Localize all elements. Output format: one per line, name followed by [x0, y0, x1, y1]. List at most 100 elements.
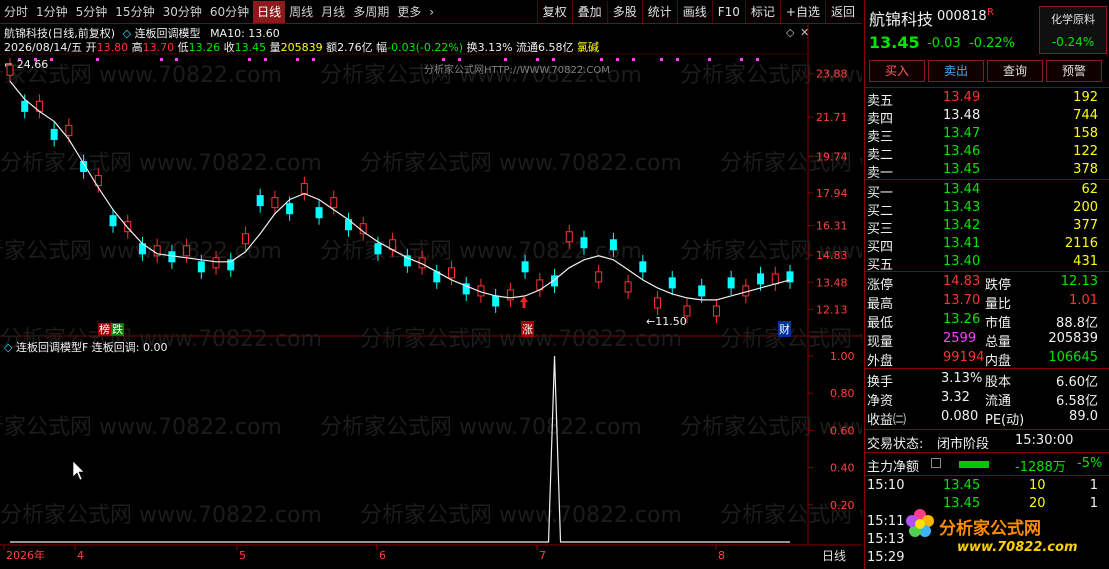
period-toolbar: 分时 1分钟 5分钟 15分钟 30分钟 60分钟 日线 周线 月线 多周期 更多 › 复权 叠加 多股统… — [0, 0, 862, 24]
candle-body — [595, 271, 603, 283]
candle-body — [197, 261, 205, 273]
kline-chart[interactable]: 分析家公式网 www.70822.com 分析家公式网 www.70822.com… — [0, 24, 862, 569]
ask-row[interactable]: 卖四 13.48 744 — [865, 107, 1109, 127]
tool-button[interactable]: 标记 — [744, 1, 780, 23]
period-tab[interactable]: 分时 — [0, 1, 32, 23]
ma10-line — [9, 80, 791, 301]
bid-row[interactable]: 买四 13.41 2116 — [865, 235, 1109, 255]
price-tick-label: 17.94 — [816, 187, 848, 200]
tool-button[interactable]: 叠加 — [571, 1, 607, 23]
period-tab[interactable]: 多周期 — [349, 1, 393, 23]
alert-button[interactable]: 预警 — [1046, 60, 1102, 82]
tool-button[interactable]: 复权 — [536, 1, 572, 23]
period-tab[interactable]: 30分钟 — [159, 1, 206, 23]
period-tab[interactable]: 60分钟 — [206, 1, 253, 23]
query-button[interactable]: 查询 — [987, 60, 1043, 82]
period-tab[interactable]: 日线 — [253, 0, 286, 23]
candle-body — [50, 128, 58, 140]
tool-button[interactable]: 画线 — [676, 1, 712, 23]
stock-name: 航锦科技 — [869, 10, 934, 29]
period-label[interactable]: 日线 — [822, 547, 846, 564]
tick-row[interactable]: 13.45 20 1 — [865, 495, 1109, 514]
indicator-tick-label: 0.40 — [830, 462, 855, 475]
candle-body — [330, 197, 338, 209]
netflow-row[interactable]: 主力净额 -1288万 -5% — [865, 455, 1109, 475]
stock-flag: R — [987, 7, 994, 18]
indicator-tick-label: 0.60 — [830, 424, 855, 437]
bid-row[interactable]: 买一 13.44 62 — [865, 181, 1109, 201]
stat-row[interactable]: 涨停 14.83 跌停 12.13 — [865, 273, 1109, 293]
indicator-tick-label: 0.20 — [830, 499, 855, 512]
tool-button[interactable]: 多股 — [606, 1, 642, 23]
indicator-collapse-icon[interactable]: ◇ — [4, 341, 12, 354]
price-axis: 23.88 21.71 19.74 17.94 16.31 14.83 13.48 12.13 — [808, 68, 848, 316]
signal-dot — [264, 58, 267, 61]
signal-dots — [18, 58, 759, 61]
date-tick-label: 5 — [239, 549, 246, 562]
stat-row[interactable]: 现量 2599 总量 205839 — [865, 330, 1109, 350]
signal-dot — [160, 58, 163, 61]
candle-body — [771, 273, 779, 285]
tool-button[interactable]: +自选 — [779, 1, 825, 23]
limit-up-marker[interactable]: 涨 — [521, 321, 534, 337]
mouse-cursor-icon — [72, 460, 85, 481]
min-price-label: ←11.50 — [646, 315, 687, 328]
sell-button[interactable]: 卖出 — [928, 60, 984, 82]
candle-body — [668, 277, 676, 289]
candle-body — [374, 243, 382, 255]
candle-body — [580, 237, 588, 249]
period-tab[interactable]: 5分钟 — [72, 1, 112, 23]
fundamental-row[interactable]: 换手 3.13% 股本 6.60亿 — [865, 370, 1109, 390]
watermark-text: 分析家公式网 www.70822.com — [360, 151, 682, 176]
indicator-value: 连板回调: 0.00 — [91, 341, 168, 354]
sector-box[interactable]: 化学原料 -0.24% — [1039, 6, 1107, 54]
rank-marker[interactable]: 榜跌 — [98, 321, 124, 337]
period-tab[interactable]: 1分钟 — [32, 1, 72, 23]
candle-body — [448, 267, 456, 279]
period-tab[interactable]: 15分钟 — [111, 1, 158, 23]
fundamental-row[interactable]: 收益㈡ 0.080 PE(动) 89.0 — [865, 408, 1109, 428]
fundamental-row[interactable]: 净资 3.32 流通 6.58亿 — [865, 389, 1109, 409]
netflow-bar — [959, 461, 989, 468]
date-tick-label: 6 — [379, 549, 386, 562]
candle-body — [168, 251, 176, 263]
ask-row[interactable]: 卖二 13.46 122 — [865, 143, 1109, 163]
price-tick-label: 21.71 — [816, 111, 848, 124]
period-tab[interactable]: 周线 — [285, 1, 317, 23]
price-change-pct: -0.22% — [969, 36, 1015, 51]
finance-marker[interactable]: 财 — [778, 321, 791, 337]
stat-row[interactable]: 外盘 99194 内盘 106645 — [865, 349, 1109, 369]
chevron-right-icon[interactable]: › — [425, 1, 438, 23]
period-tab[interactable]: 月线 — [317, 1, 349, 23]
quote-panel: 航锦科技 000818 R 化学原料 -0.24% 13.45 -0.03 -0… — [864, 0, 1109, 569]
quote-line: 2026/08/14/五 开13.80 高13.70 低13.26 收13.45… — [4, 41, 600, 54]
ask-row[interactable]: 卖一 13.45 378 — [865, 161, 1109, 181]
more-dropdown[interactable]: 更多 — [393, 1, 425, 23]
stat-row[interactable]: 最低 13.26 市值 88.8亿 — [865, 311, 1109, 331]
date-tick-label: 7 — [539, 549, 546, 562]
netflow-menu-icon — [931, 458, 941, 468]
signal-dot — [175, 58, 178, 61]
tool-button[interactable]: 返回 — [824, 1, 860, 23]
close-icon[interactable]: ✕ — [800, 26, 809, 39]
ask-row[interactable]: 卖五 13.49 192 — [865, 89, 1109, 109]
bid-row[interactable]: 买三 13.42 377 — [865, 217, 1109, 237]
tick-row[interactable]: 15:10 13.45 10 1 — [865, 477, 1109, 496]
bid-row[interactable]: 买二 13.43 200 — [865, 199, 1109, 219]
ask-row[interactable]: 卖三 13.47 158 — [865, 125, 1109, 145]
price-tick-label: 14.83 — [816, 249, 848, 262]
stat-row[interactable]: 最高 13.70 量比 1.01 — [865, 292, 1109, 312]
settings-icon[interactable]: ◇ — [786, 26, 794, 39]
tool-button[interactable]: F10 — [711, 1, 745, 23]
candle-body — [624, 281, 632, 293]
buy-button[interactable]: 买入 — [869, 60, 925, 82]
watermark-url: 分析家公式网HTTP://WWW.70822.COM — [424, 65, 610, 76]
indicator-header: ◇ 连板回调模型F 连板回调: 0.00 — [4, 339, 168, 355]
signal-dot — [676, 58, 679, 61]
tool-button[interactable]: 统计 — [641, 1, 677, 23]
watermark-text: 分析家公式网 www.70822.com — [320, 239, 642, 264]
bid-row[interactable]: 买五 13.40 431 — [865, 253, 1109, 273]
indicator-tick-label: 1.00 — [830, 350, 855, 363]
indicator-name[interactable]: 连板回调模型F — [16, 341, 88, 354]
signal-dot — [660, 58, 663, 61]
